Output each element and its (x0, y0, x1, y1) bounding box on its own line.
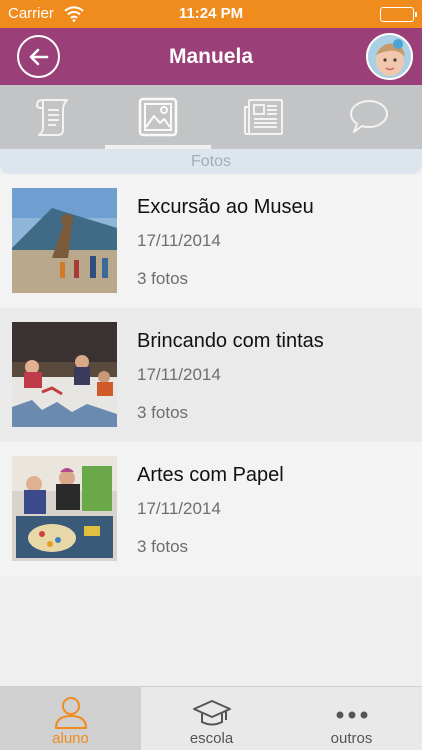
album-row[interactable]: Excursão ao Museu 17/11/2014 3 fotos (0, 174, 422, 308)
album-list: Excursão ao Museu 17/11/2014 3 fotos Bri… (0, 174, 422, 576)
album-photo-count: 3 fotos (137, 269, 189, 288)
tab-label: escola (189, 730, 234, 747)
tab-outros[interactable]: outros (281, 687, 422, 750)
tab-news[interactable] (211, 85, 317, 149)
status-bar: Carrier 11:24 PM (0, 0, 422, 28)
album-title: Artes com Papel (137, 464, 284, 486)
album-photo-count: 3 fotos (137, 537, 189, 556)
album-date: 17/11/2014 (137, 499, 221, 518)
tab-label: aluno (52, 730, 89, 747)
scroll-icon (35, 99, 68, 136)
newspaper-icon (244, 99, 283, 135)
album-date: 17/11/2014 (137, 231, 221, 250)
album-title: Excursão ao Museu (137, 196, 314, 218)
tab-documents[interactable] (0, 85, 106, 149)
album-title: Brincando com tintas (137, 330, 324, 352)
person-icon (54, 697, 87, 729)
section-header: Fotos (0, 149, 422, 174)
image-icon (138, 97, 178, 137)
nav-bar: Manuela (0, 28, 422, 85)
album-thumbnail (12, 456, 117, 561)
bottom-tab-bar: aluno escola outros (0, 686, 422, 750)
page-title: Manuela (168, 45, 254, 68)
tab-label: outros (330, 730, 373, 747)
graduation-cap-icon (192, 700, 231, 726)
album-thumbnail (12, 322, 117, 427)
more-dots-icon (336, 711, 367, 719)
tab-photos[interactable] (105, 85, 211, 149)
album-date: 17/11/2014 (137, 365, 221, 384)
battery-icon (380, 7, 417, 22)
tab-escola[interactable]: escola (141, 687, 282, 750)
chat-bubble-icon (350, 100, 388, 133)
album-row[interactable]: Artes com Papel 17/11/2014 3 fotos (0, 442, 422, 576)
avatar[interactable] (366, 33, 413, 80)
tab-aluno[interactable]: aluno (0, 687, 141, 750)
album-row[interactable]: Brincando com tintas 17/11/2014 3 fotos (0, 308, 422, 442)
status-time: 11:24 PM (178, 5, 244, 22)
content-tabs (0, 85, 422, 149)
album-photo-count: 3 fotos (137, 403, 189, 422)
album-thumbnail (12, 188, 117, 293)
tab-messages[interactable] (316, 85, 422, 149)
